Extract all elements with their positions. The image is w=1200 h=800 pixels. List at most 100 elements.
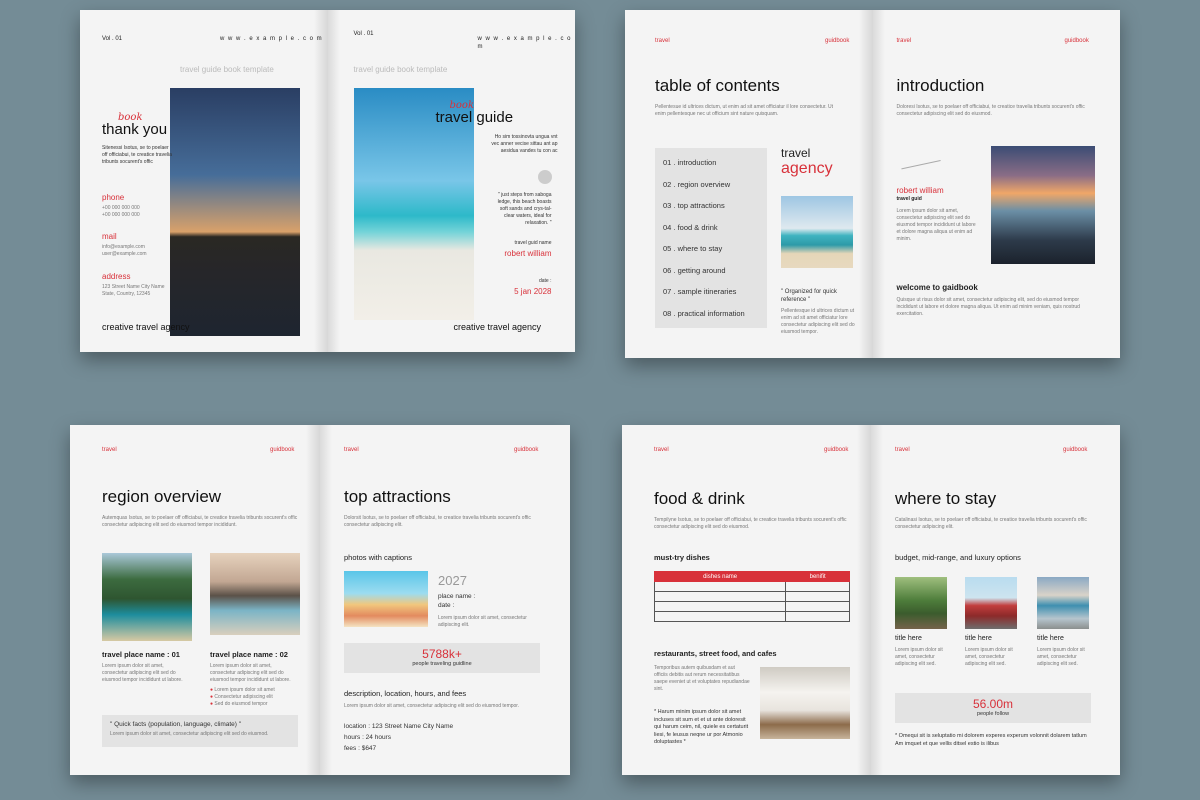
agency-label: creative travel agency <box>453 322 542 332</box>
restaurants-heading: restaurants, street food, and cafes <box>654 649 777 658</box>
toc-item[interactable]: 06 . getting around <box>655 260 767 282</box>
place-text-1: Lorem ipsum dolor sit amet, consectetur … <box>102 663 183 683</box>
stat-label: people traveling guidline <box>412 661 472 667</box>
must-try-heading: must-try dishes <box>654 553 710 562</box>
mail-line-2: user@example.com <box>102 251 147 257</box>
spread-food-stay: travel guidbook food & drink Tempilyne I… <box>622 425 1120 775</box>
col-dishes-name: dishes name <box>653 571 787 582</box>
attraction-caption: Lorem ipsum dolor sit amet, consectetur … <box>438 615 527 628</box>
welcome-text: Quisque ut risus dolor sit amet, consect… <box>896 297 1080 317</box>
toc-item[interactable]: 03 . top attractions <box>655 195 767 217</box>
stat-number: 56.00m <box>972 697 1014 711</box>
description-text: Lorem ipsum dolor sit amet, consectetur … <box>344 703 520 709</box>
stay-quote: * Omequi sit is seluptatio mi dolorem ex… <box>895 733 1087 747</box>
quick-facts-box: " Quick facts (population, language, cli… <box>102 715 298 747</box>
beach-toys-photo <box>344 571 428 627</box>
place-text-2: Lorem ipsum dolor sit amet, consectetur … <box>210 663 291 683</box>
hours-line: hours : 24 hours <box>344 734 391 741</box>
fees-line: fees : $647 <box>344 745 377 752</box>
table-row <box>653 581 850 592</box>
traveler-stat-box: 5788k+ people traveling guidline <box>344 643 540 673</box>
toc-item[interactable]: 05 . where to stay <box>655 238 767 260</box>
toc-item[interactable]: 04 . food & drink <box>655 217 767 239</box>
toc-item[interactable]: 08 . practical information <box>655 303 767 325</box>
header-right: guidbook <box>824 447 849 453</box>
mail-line-1: info@example.com <box>102 244 145 250</box>
header-left: travel <box>102 447 117 453</box>
toc-item[interactable]: 01 . introduction <box>655 152 767 174</box>
header-left: travel <box>344 447 359 453</box>
region-text: Autemquas Isotus, se to poelaer off offi… <box>102 515 298 528</box>
option-title-3: title here <box>1037 635 1064 642</box>
paper-plane-icon <box>900 160 945 188</box>
travel-guide-title: travel guide <box>435 109 514 126</box>
page-table-of-contents: travel guidbook table of contents Pellen… <box>625 10 873 358</box>
toc-item[interactable]: 07 . sample itineraries <box>655 281 767 303</box>
table-row <box>653 591 850 602</box>
toc-item[interactable]: 02 . region overview <box>655 174 767 196</box>
option-title-2: title here <box>965 635 992 642</box>
year-label: 2027 <box>438 573 467 588</box>
campsite-photo <box>895 577 947 629</box>
bullet-list: ● Lorem ipsum dolor sit amet ● Consectet… <box>210 687 275 708</box>
attractions-title: top attractions <box>344 487 451 506</box>
option-text-3: Lorem ipsum dolor sit amet, consectetur … <box>1037 647 1085 667</box>
budget-heading: budget, mid-range, and luxury options <box>895 553 1021 562</box>
author-name: robert william <box>896 186 944 195</box>
agency-label: creative travel agency <box>102 322 190 332</box>
header-left: travel <box>654 447 669 453</box>
table-row <box>653 601 850 612</box>
page-region-overview: travel guidbook region overview Autemqua… <box>70 425 320 775</box>
introduction-title: introduction <box>896 76 985 95</box>
header-left: travel <box>896 38 912 44</box>
organized-text: Pellentesque id ultrices dictum ut enim … <box>781 308 855 335</box>
template-label: travel guide book template <box>180 65 274 74</box>
header-right: guidbook <box>270 447 295 453</box>
volume-label: Vol . 01 <box>102 36 123 42</box>
address-line-1: 123 Street Name City Name <box>102 284 165 290</box>
header-right: guidbook <box>514 447 539 453</box>
guide-name-label: travel guid name <box>514 240 552 246</box>
page-back-cover: Vol . 01 w w w . e x a m p l e . c o m t… <box>80 10 328 352</box>
tent-view-photo <box>1037 577 1089 629</box>
website-url: w w w . e x a m p l e . c o m <box>477 36 572 50</box>
island-beach-photo <box>781 196 853 268</box>
thanks-text: Sitenessi Isotus, se to poelaer off offi… <box>102 145 172 165</box>
sea-rock-photo <box>170 88 300 336</box>
quick-facts-heading: " Quick facts (population, language, cli… <box>110 721 242 728</box>
photos-caption-heading: photos with captions <box>344 553 412 562</box>
organized-note: " Organized for quick reference " <box>781 289 837 303</box>
volume-label: Vol . 01 <box>353 31 374 37</box>
mail-label: mail <box>102 232 117 241</box>
stat-number: 5788k+ <box>422 647 462 661</box>
guide-name: robert william <box>504 249 552 258</box>
travel-word: travel <box>781 146 811 160</box>
food-title: food & drink <box>654 489 745 508</box>
page-introduction: travel guidbook introduction Doloresi Is… <box>872 10 1120 358</box>
stat-label: people follow <box>976 711 1010 717</box>
bullet-item: Lorem ipsum dolor sit amet <box>214 687 275 693</box>
green-cliff-photo <box>102 553 192 641</box>
phone-line-1: +00 000 000 000 <box>102 205 140 211</box>
toc-intro-text: Pellentesue id ultrices dictum, ut enim … <box>655 104 834 117</box>
welcome-heading: welcome to gaidbook <box>896 283 978 292</box>
beach-rocks-photo <box>210 553 300 635</box>
page-front-cover: Vol . 01 w w w . e x a m p l e . c o m t… <box>327 10 575 352</box>
bullet-item: Consectetur adipiscing elit <box>214 694 273 700</box>
attractions-text: Dolorsit Isotus, se to poelaer off offic… <box>344 515 531 528</box>
option-text-2: Lorem ipsum dolor sit amet, consectetur … <box>965 647 1013 667</box>
header-left: travel <box>655 38 670 44</box>
camper-van-photo <box>965 577 1017 629</box>
option-title-1: title here <box>895 635 922 642</box>
col-benefit: benifit <box>785 571 850 582</box>
food-text: Tempilyne Isotus, se to poelaer off offi… <box>654 517 847 530</box>
intro-text-2: Lorem ipsum dolor sit amet, consectetur … <box>896 208 976 242</box>
spread-toc-intro: travel guidbook table of contents Pellen… <box>625 10 1120 358</box>
place-name-label: place name : <box>438 593 476 600</box>
quick-facts-text: Lorem ipsum dolor sit amet, consectetur … <box>110 731 269 737</box>
stay-title: where to stay <box>895 489 997 508</box>
header-right: guidbook <box>1064 38 1089 44</box>
page-top-attractions: travel guidbook top attractions Dolorsit… <box>320 425 570 775</box>
author-role: travel guid <box>896 196 922 202</box>
location-line: location : 123 Street Name City Name <box>344 723 454 730</box>
